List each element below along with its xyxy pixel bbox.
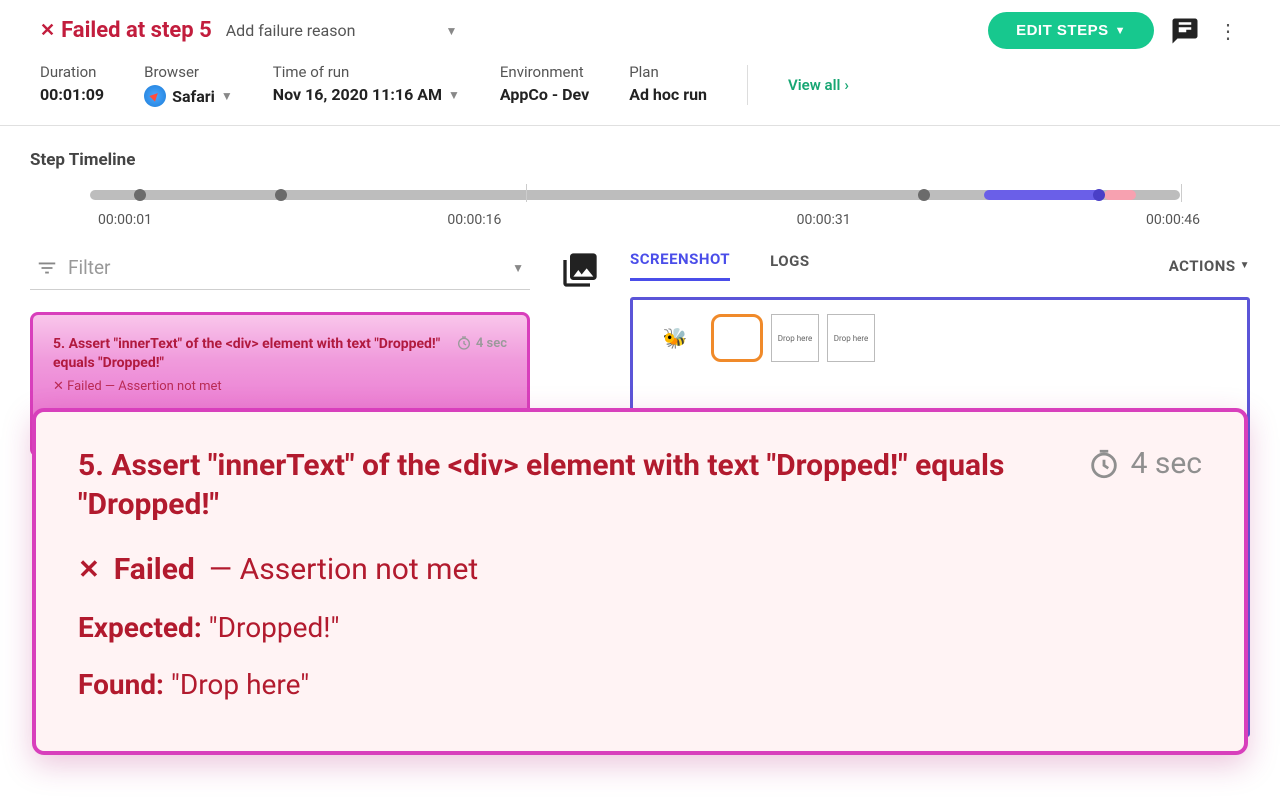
chevron-down-icon: ▼ [221, 89, 233, 103]
found-label: Found: [78, 668, 164, 701]
timeline-tick-label: 00:00:31 [797, 212, 851, 228]
detail-duration: 4 sec [1087, 446, 1202, 481]
run-status-badge: ✕ Failed at step 5 [40, 18, 212, 43]
view-all-link[interactable]: View all › [788, 76, 849, 94]
timeline-tick-label: 00:00:46 [1146, 212, 1200, 228]
step-duration: 4 sec [456, 335, 507, 351]
screenshot-element-bee: 🐝 [647, 314, 703, 362]
more-menu-button[interactable]: ⋮ [1216, 19, 1240, 43]
chevron-down-icon: ▼ [448, 88, 460, 102]
step-detail-panel: 5. Assert "innerText" of the <div> eleme… [32, 408, 1248, 755]
env-value: AppCo - Dev [500, 85, 589, 104]
timeline-tick-label: 00:00:16 [447, 212, 501, 228]
screenshot-element-dropzone: Drop here [771, 314, 819, 362]
plan-value: Ad hoc run [629, 85, 707, 104]
detail-title: 5. Assert "innerText" of the <div> eleme… [78, 446, 1067, 524]
edit-steps-label: EDIT STEPS [1016, 22, 1109, 39]
timeline-step-dot[interactable] [134, 189, 146, 201]
screenshot-element-highlighted [711, 314, 763, 362]
step-title: 5. Assert "innerText" of the <div> eleme… [53, 335, 446, 373]
gallery-icon[interactable] [560, 250, 600, 290]
comments-icon[interactable] [1168, 14, 1202, 48]
chevron-down-icon: ▼ [1115, 25, 1126, 37]
detail-found: Found: "Drop here" [78, 668, 1202, 701]
duration-value: 00:01:09 [40, 85, 104, 104]
timeline-segment-active [984, 190, 1104, 200]
safari-icon [144, 85, 166, 107]
detail-status: ✕ Failed — Assertion not met [78, 552, 1202, 587]
actions-label: ACTIONS [1169, 257, 1236, 275]
chevron-right-icon: › [844, 76, 849, 94]
found-value: "Drop here" [171, 668, 309, 701]
detail-duration-value: 4 sec [1131, 446, 1202, 481]
view-all-label: View all [788, 76, 840, 94]
tab-logs[interactable]: LOGS [770, 252, 809, 280]
chevron-down-icon: ▼ [512, 261, 524, 275]
chevron-down-icon: ▼ [1240, 260, 1250, 271]
bee-icon: 🐝 [663, 326, 688, 350]
tab-screenshot[interactable]: SCREENSHOT [630, 250, 730, 281]
timeline-tick [1181, 184, 1182, 202]
edit-steps-button[interactable]: EDIT STEPS ▼ [988, 12, 1154, 49]
filter-icon [36, 257, 58, 279]
browser-dropdown[interactable]: Safari ▼ [144, 85, 233, 107]
fail-x-icon: ✕ [40, 22, 55, 40]
expected-value: "Dropped!" [209, 611, 340, 644]
detail-status-reason: — Assertion not met [209, 552, 478, 587]
clock-icon [456, 335, 472, 351]
timeline-track[interactable] [90, 188, 1180, 202]
screenshot-element-dropzone: Drop here [827, 314, 875, 362]
browser-label: Browser [144, 63, 233, 81]
actions-dropdown[interactable]: ACTIONS ▼ [1169, 257, 1250, 275]
plan-label: Plan [629, 63, 707, 81]
timeline-segment-fail [1104, 190, 1137, 200]
timeline-title: Step Timeline [30, 150, 1240, 170]
step-duration-value: 4 sec [476, 336, 507, 351]
filter-input[interactable]: Filter ▼ [30, 250, 530, 290]
chevron-down-icon: ▼ [445, 24, 457, 38]
step-substatus: ✕ Failed — Assertion not met [53, 379, 507, 394]
expected-label: Expected: [78, 611, 202, 644]
clock-icon [1087, 447, 1121, 481]
detail-status-failed: Failed [114, 552, 195, 587]
env-label: Environment [500, 63, 589, 81]
timeline-step-dot[interactable] [1093, 189, 1105, 201]
time-label: Time of run [273, 63, 460, 81]
timeline-tick-label: 00:00:01 [98, 212, 152, 228]
time-value: Nov 16, 2020 11:16 AM [273, 85, 442, 104]
failure-reason-label: Add failure reason [226, 21, 356, 40]
filter-placeholder: Filter [68, 256, 502, 279]
detail-expected: Expected: "Dropped!" [78, 611, 1202, 644]
duration-label: Duration [40, 63, 104, 81]
fail-x-icon: ✕ [78, 555, 100, 585]
browser-value: Safari [172, 87, 215, 106]
timeline-tick [526, 184, 527, 202]
divider [747, 65, 748, 105]
failure-reason-dropdown[interactable]: Add failure reason ▼ [226, 21, 458, 40]
time-dropdown[interactable]: Nov 16, 2020 11:16 AM ▼ [273, 85, 460, 104]
run-status-text: Failed at step 5 [61, 18, 212, 43]
